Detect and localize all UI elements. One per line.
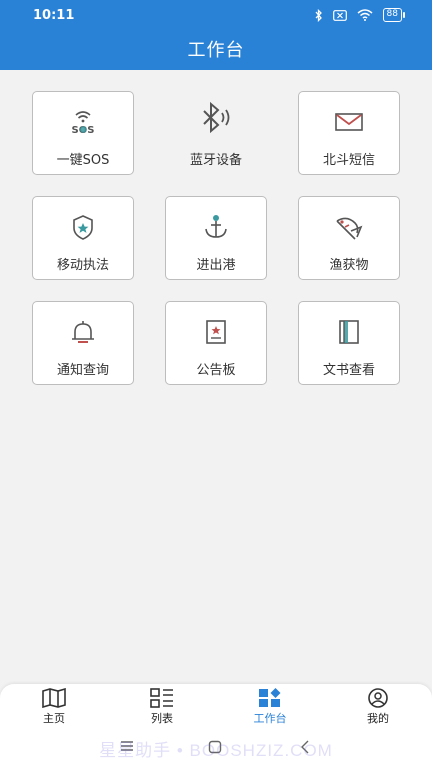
notice-board-icon (203, 318, 229, 346)
bell-icon (69, 318, 97, 346)
nav-home[interactable]: 主页 (24, 688, 84, 726)
mute-icon (332, 9, 347, 21)
tile-port-entry-exit[interactable]: 进出港 (165, 196, 267, 280)
anchor-icon (201, 213, 231, 241)
tile-label: 文书查看 (322, 363, 375, 378)
nav-workbench[interactable]: 工作台 (240, 688, 300, 726)
tile-beidou-sms[interactable]: 北斗短信 (298, 91, 400, 175)
battery-indicator: 88 (382, 8, 406, 22)
tile-label: 渔获物 (329, 258, 369, 273)
tile-mobile-enforcement[interactable]: 移动执法 (32, 196, 134, 280)
app-header: 10:11 88 工作台 (0, 0, 432, 70)
page-title: 工作台 (187, 40, 245, 61)
status-icons: 88 (315, 8, 406, 22)
wifi-icon (357, 9, 373, 21)
tile-notice-board[interactable]: 公告板 (165, 301, 267, 385)
nav-profile[interactable]: 我的 (348, 688, 408, 726)
badge-shield-icon (70, 213, 96, 241)
bluetooth-status-icon (315, 8, 322, 22)
map-icon (42, 688, 66, 708)
tile-sos[interactable]: SOS 一键SOS (32, 91, 134, 175)
tile-fish-catch[interactable]: 渔获物 (298, 196, 400, 280)
nav-list[interactable]: 列表 (132, 688, 192, 726)
document-icon (336, 318, 362, 346)
envelope-icon (334, 108, 364, 136)
tile-label: 公告板 (196, 363, 236, 378)
nav-label: 列表 (151, 712, 173, 725)
tile-bluetooth[interactable]: 蓝牙设备 (165, 91, 267, 175)
tile-notification-query[interactable]: 通知查询 (32, 301, 134, 385)
tile-label: 一键SOS (56, 153, 110, 168)
dashboard-icon (259, 688, 281, 707)
nav-label: 主页 (43, 712, 65, 725)
status-time: 10:11 (33, 8, 75, 23)
bluetooth-icon (196, 101, 236, 135)
watermark: 星星助手 • BOOSHZIZ.COM (99, 741, 333, 760)
status-bar: 10:11 88 (0, 0, 432, 30)
user-icon (368, 688, 388, 708)
tile-label: 进出港 (196, 258, 236, 273)
sos-icon: SOS (67, 108, 99, 136)
nav-label: 我的 (367, 712, 389, 725)
list-icon (150, 688, 173, 708)
fish-icon (333, 213, 365, 241)
tile-label: 移动执法 (56, 258, 109, 273)
tile-label: 通知查询 (56, 363, 109, 378)
tile-label: 蓝牙设备 (189, 153, 242, 168)
tile-document-view[interactable]: 文书查看 (298, 301, 400, 385)
nav-label: 工作台 (253, 712, 287, 725)
tile-label: 北斗短信 (322, 153, 375, 168)
bottom-navigation: 主页 列表 工作台 我的 (0, 684, 432, 728)
